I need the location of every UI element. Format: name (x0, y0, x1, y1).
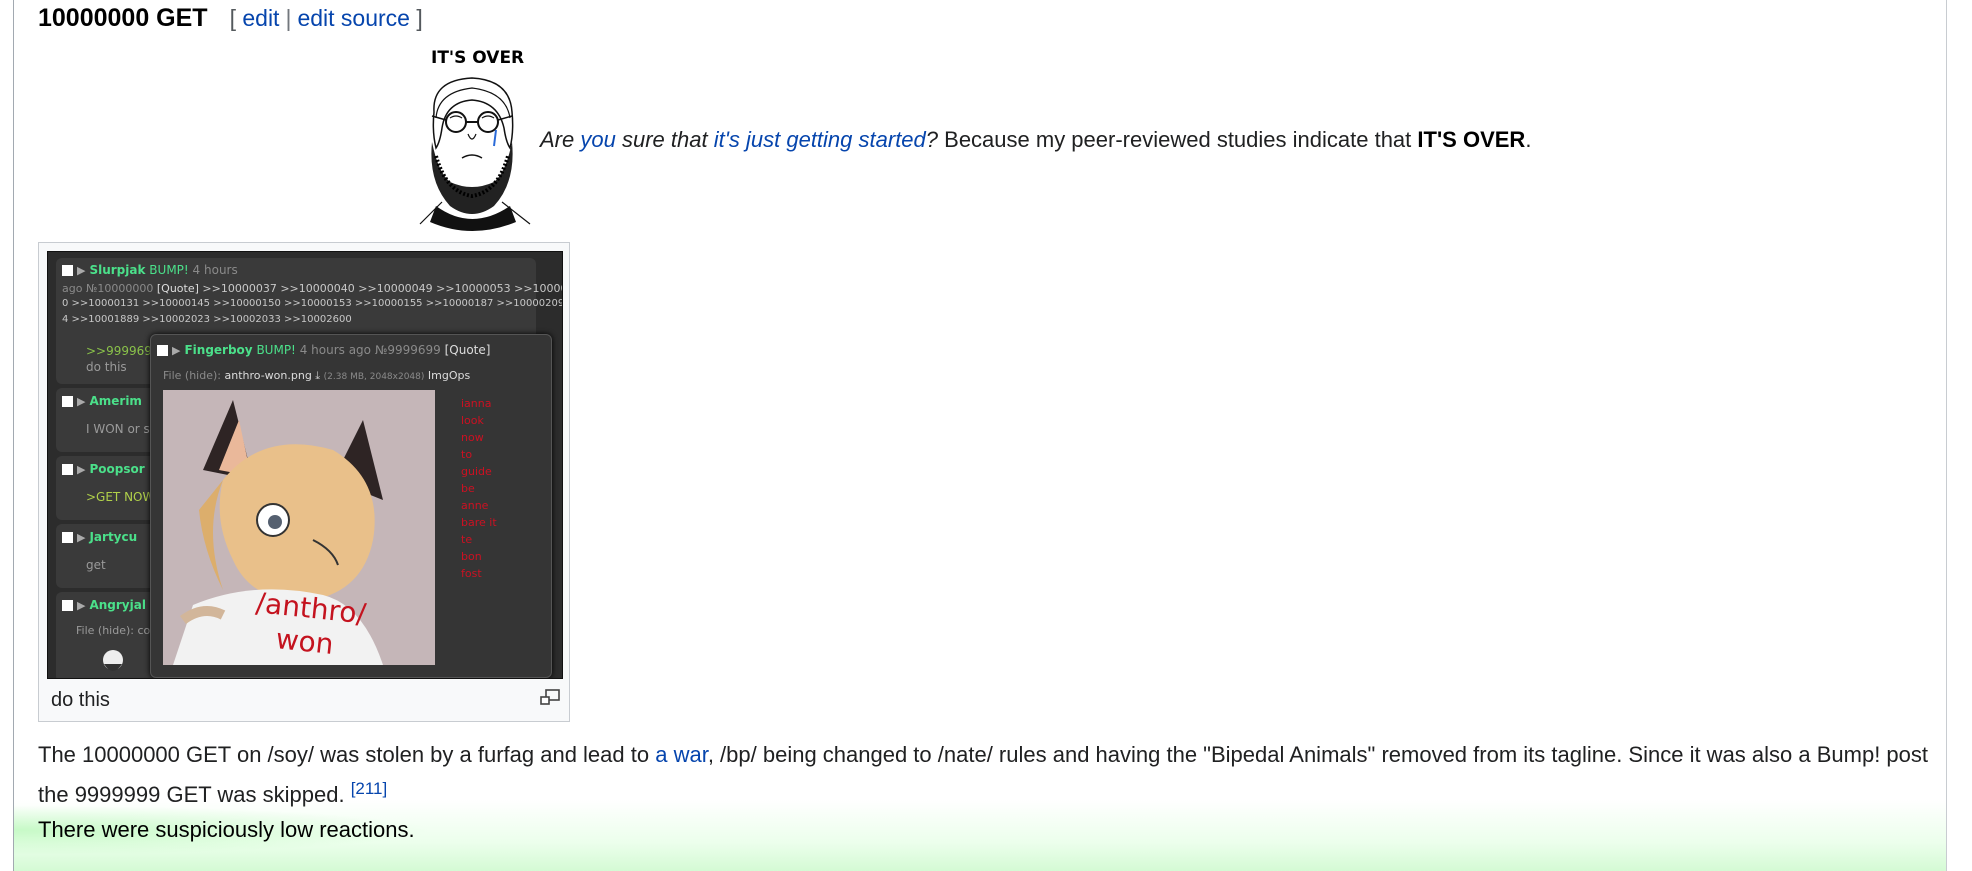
shirt-text-line2: won (274, 622, 335, 661)
content-left-border (13, 0, 14, 871)
post-bump: BUMP! (149, 263, 189, 277)
quote-preview-popup: ▶ Fingerboy BUMP! 4 hours ago №9999699 [Q… (150, 334, 552, 678)
popup-file-label: File (hide): (163, 369, 221, 382)
popup-file-line: File (hide): anthro-won.png ⤓ (2.38 MB, … (163, 369, 470, 383)
content-right-border (1946, 0, 1947, 871)
crying-soyjak-image (419, 77, 531, 231)
checkbox-icon (157, 345, 168, 356)
triangle-icon: ▶ (77, 531, 86, 544)
popup-file-meta: (2.38 MB, 2048x2048) (323, 372, 425, 382)
reference-link[interactable]: [211] (351, 779, 388, 798)
fox-character-drawing: /anthro/ won (163, 390, 435, 665)
post-link: >>9999699 (86, 344, 160, 358)
checkbox-icon (62, 600, 73, 611)
anthro-won-image: /anthro/ won (163, 390, 435, 665)
you-link[interactable]: you (580, 127, 615, 152)
post-meta: ago №10000000 [Quote] >>10000037 >>10000… (62, 282, 563, 295)
meme-quote: Are you sure that it's just getting star… (540, 127, 1531, 153)
popup-header: ▶ Fingerboy BUMP! 4 hours ago №9999699 [Q… (157, 343, 490, 357)
section-heading: 10000000 GET [ edit | edit source ] (38, 4, 423, 36)
section-title: 10000000 GET (38, 4, 208, 32)
edit-separator: | (285, 5, 292, 31)
post-body: I WON or s (86, 422, 150, 436)
post-body: do this (86, 360, 127, 374)
popup-name: Fingerboy (184, 343, 253, 357)
edit-link[interactable]: edit (242, 5, 279, 31)
green-note: There were suspiciously low reactions. (38, 817, 415, 842)
soyjak-thumb-icon (103, 650, 123, 671)
post-number: ago №10000000 (62, 282, 154, 295)
triangle-icon: ▶ (77, 599, 86, 612)
post-body: >GET NOW (86, 490, 155, 504)
edit-section-links: [ edit | edit source ] (230, 5, 423, 32)
checkbox-icon (62, 265, 73, 276)
bracket-close: ] (416, 5, 423, 31)
triangle-icon: ▶ (77, 264, 86, 277)
popup-meta: 4 hours ago №9999699 (299, 343, 441, 357)
paragraph-text: The 10000000 GET on /soy/ was stolen by … (38, 742, 656, 767)
screenshot-post-header: ▶ Jartycu (62, 530, 137, 544)
getting-started-link[interactable]: it's just getting started (714, 127, 926, 152)
post-body: get (86, 558, 106, 572)
post-replies: >>10000037 >>10000040 >>10000049 >>10000… (202, 282, 563, 295)
quote-text: Are (540, 127, 581, 152)
quote-text: ? (925, 127, 939, 152)
screenshot-post-header: ▶ Amerim (62, 394, 142, 408)
quote-bold: IT'S OVER (1417, 127, 1526, 152)
screenshot-post-header: ▶ Poopsor (62, 462, 145, 476)
enlarge-icon[interactable] (539, 688, 561, 708)
post-name: Amerim (89, 394, 142, 408)
quote-text: Because my peer-reviewed studies indicat… (938, 127, 1418, 152)
popup-quote: [Quote] (444, 343, 491, 357)
triangle-icon: ▶ (77, 395, 86, 408)
popup-red-text: ianna look now to guide be anne bare it … (461, 397, 497, 580)
checkbox-icon (62, 396, 73, 407)
post-name: Poopsor (89, 462, 145, 476)
popup-file-name: anthro-won.png (224, 369, 312, 382)
post-time: 4 hours (192, 263, 238, 277)
popup-imgops: ImgOps (427, 369, 471, 382)
post-name: Jartycu (89, 530, 138, 544)
checkbox-icon (62, 464, 73, 475)
quote-text: sure that (615, 127, 714, 152)
thread-screenshot[interactable]: ▶ Slurpjak BUMP! 4 hours ago №10000000 [Q… (47, 251, 563, 679)
triangle-icon: ▶ (77, 463, 86, 476)
quote-text: . (1525, 127, 1532, 152)
screenshot-post-header: ▶ Angryjal (62, 598, 146, 612)
screenshot-post-header: ▶ Slurpjak BUMP! 4 hours (62, 263, 238, 277)
post-quote: [Quote] (156, 282, 199, 295)
checkbox-icon (62, 532, 73, 543)
edit-source-link[interactable]: edit source (297, 5, 410, 31)
post-replies: 4 >>10001889 >>10002023 >>10002033 >>100… (62, 314, 352, 325)
triangle-icon: ▶ (172, 344, 181, 357)
war-link[interactable]: a war (655, 742, 708, 767)
post-name: Slurpjak (89, 263, 146, 277)
popup-bump: BUMP! (256, 343, 296, 357)
thumbnail-caption: do this (51, 689, 110, 711)
bracket-open: [ (229, 5, 236, 31)
meme-caption: IT'S OVER (431, 48, 525, 68)
thumbnail-figure: ▶ Slurpjak BUMP! 4 hours ago №10000000 [Q… (38, 242, 570, 722)
post-replies: 0 >>10000131 >>10000145 >>10000150 >>100… (62, 298, 563, 309)
post-name: Angryjal (89, 598, 146, 612)
download-icon: ⤓ (315, 369, 321, 382)
